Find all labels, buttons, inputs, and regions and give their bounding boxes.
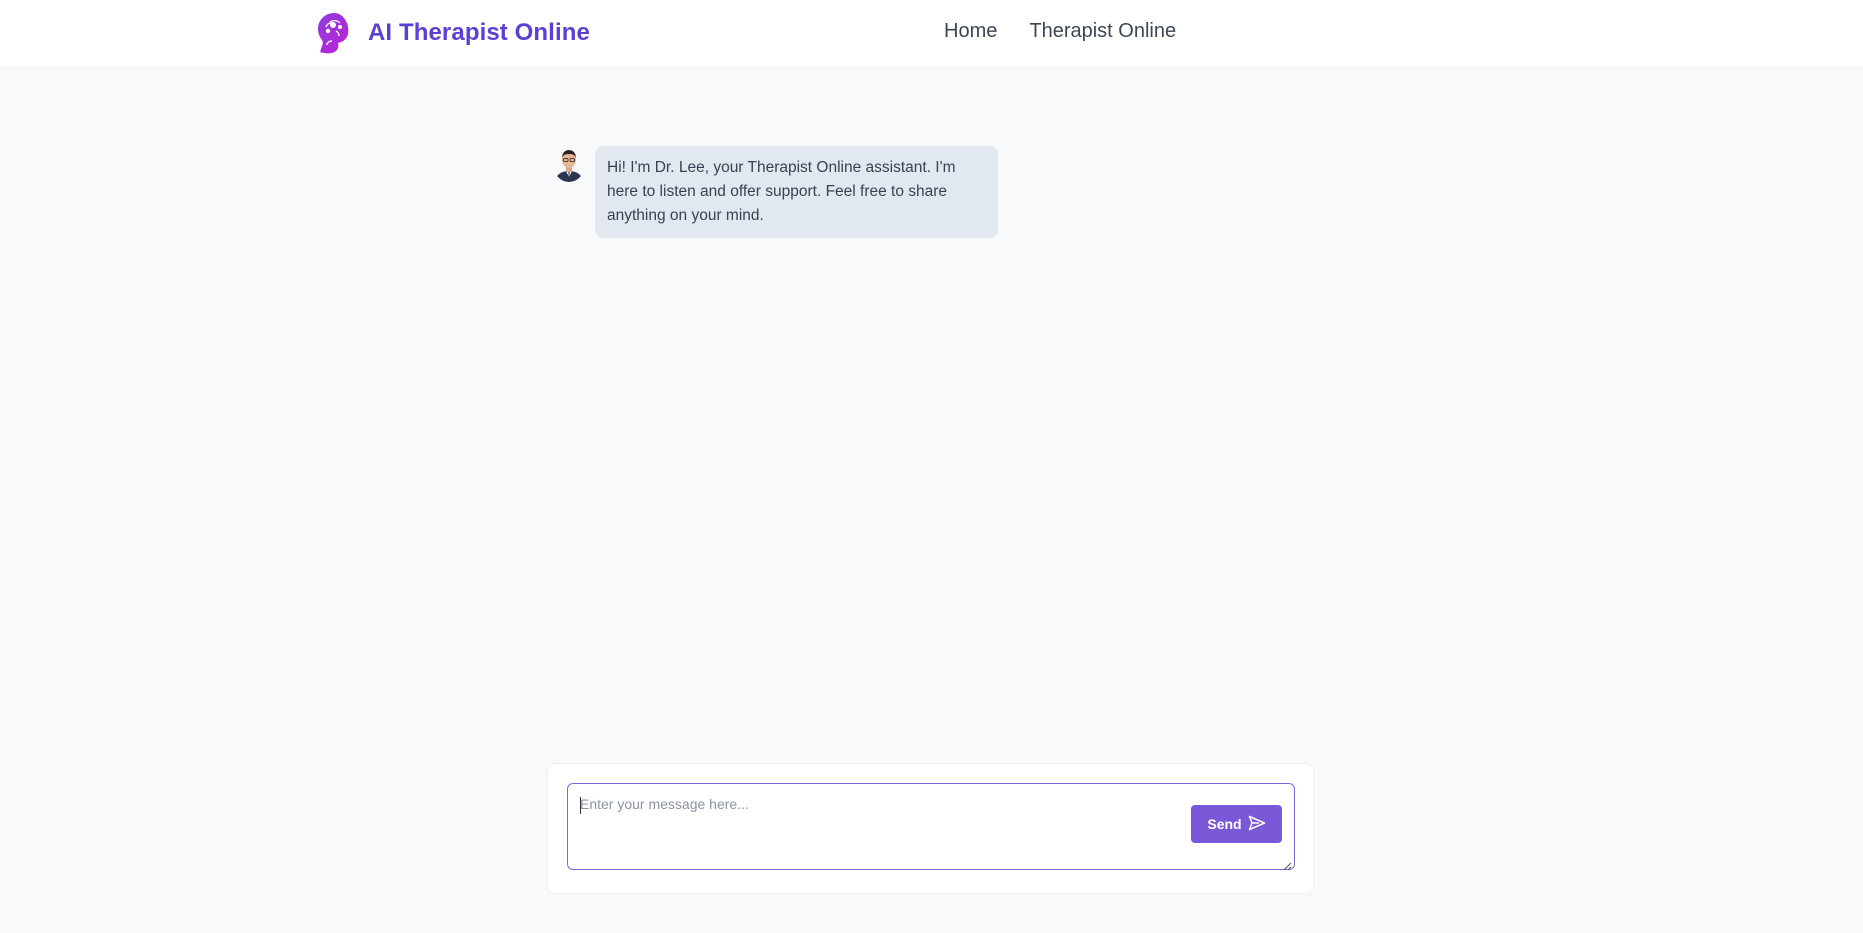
brain-head-icon bbox=[312, 11, 352, 55]
message-composer: Send bbox=[547, 763, 1314, 894]
brand-title: AI Therapist Online bbox=[368, 19, 590, 46]
message-input[interactable] bbox=[580, 796, 1180, 856]
send-label: Send bbox=[1207, 816, 1242, 832]
send-button[interactable]: Send bbox=[1191, 805, 1282, 843]
brand[interactable]: AI Therapist Online bbox=[312, 10, 590, 56]
nav-home[interactable]: Home bbox=[944, 20, 997, 43]
chat-messages: Hi! I'm Dr. Lee, your Therapist Online a… bbox=[553, 146, 1313, 238]
message-input-wrapper: Send bbox=[567, 783, 1295, 871]
nav-therapist-online[interactable]: Therapist Online bbox=[1029, 20, 1176, 43]
top-header: AI Therapist Online Home Therapist Onlin… bbox=[0, 0, 1863, 66]
message-bubble: Hi! I'm Dr. Lee, your Therapist Online a… bbox=[595, 146, 998, 238]
text-caret bbox=[580, 797, 581, 814]
main-nav: Home Therapist Online bbox=[944, 20, 1176, 43]
assistant-message: Hi! I'm Dr. Lee, your Therapist Online a… bbox=[553, 146, 1313, 238]
resize-handle[interactable] bbox=[1283, 858, 1292, 871]
therapist-avatar bbox=[553, 146, 585, 182]
send-arrow-icon bbox=[1248, 815, 1266, 834]
